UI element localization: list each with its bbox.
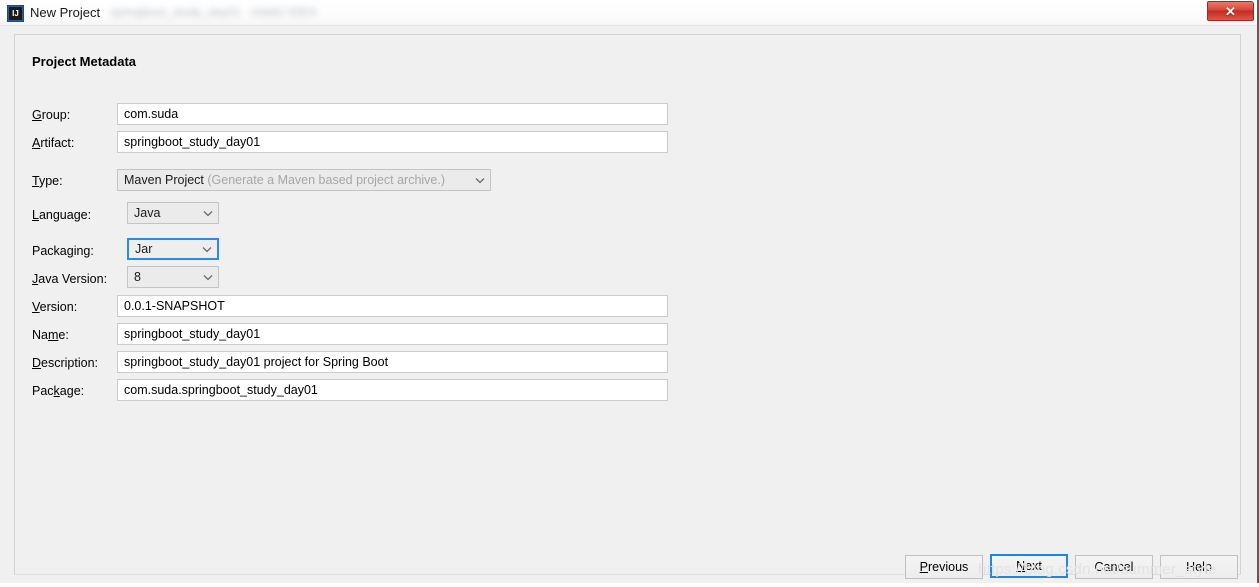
chevron-down-icon (197, 246, 217, 253)
page-title: Project Metadata (32, 54, 137, 69)
group-input[interactable] (117, 103, 668, 125)
dialog-body: Project Metadata Group: Artifact: Type: … (0, 26, 1257, 585)
artifact-input[interactable] (117, 131, 668, 153)
type-combobox-value: Maven Project (Generate a Maven based pr… (124, 173, 446, 187)
chevron-down-icon (198, 274, 218, 281)
window-bottom-edge (0, 583, 1259, 587)
intellij-idea-icon: IJ (7, 5, 24, 22)
app-icon-letters: IJ (9, 7, 22, 20)
label-version: Version: (32, 300, 78, 314)
window-title: New Project (30, 5, 101, 20)
label-packaging: Packaging: (32, 244, 94, 258)
java-version-combobox[interactable]: 8 (127, 266, 219, 288)
packaging-combobox[interactable]: Jar (127, 238, 219, 260)
label-artifact: Artifact: (32, 136, 75, 150)
chevron-down-icon (470, 177, 490, 184)
type-combobox[interactable]: Maven Project (Generate a Maven based pr… (117, 169, 491, 191)
name-input[interactable] (117, 323, 668, 345)
title-bar: IJ New Project springboot_study_day01 - … (0, 0, 1257, 26)
language-combobox[interactable]: Java (127, 202, 219, 224)
label-language: Language: (32, 208, 92, 222)
close-button[interactable]: ✕ (1207, 1, 1254, 21)
close-icon: ✕ (1225, 3, 1236, 19)
label-description: Description: (32, 356, 99, 370)
previous-button[interactable]: Previous (905, 555, 983, 579)
label-java-version: Java Version: (32, 272, 108, 286)
description-input[interactable] (117, 351, 668, 373)
window-title-blurred-suffix: springboot_study_day01 - IntelliJ IDEA (110, 5, 317, 19)
new-project-dialog-window: IJ New Project springboot_study_day01 - … (0, 0, 1259, 587)
packaging-combobox-value: Jar (135, 242, 153, 256)
watermark-text: https://blog.csdn.net/summer_style (978, 561, 1217, 578)
label-group: Group: (32, 108, 71, 122)
label-type: Type: (32, 174, 63, 188)
package-input[interactable] (117, 379, 668, 401)
language-combobox-value: Java (134, 206, 161, 220)
label-package: Package: (32, 384, 85, 398)
label-name: Name: (32, 328, 69, 342)
project-metadata-panel: Project Metadata Group: Artifact: Type: … (14, 34, 1241, 579)
chevron-down-icon (198, 210, 218, 217)
version-input[interactable] (117, 295, 668, 317)
java-version-combobox-value: 8 (134, 270, 141, 284)
